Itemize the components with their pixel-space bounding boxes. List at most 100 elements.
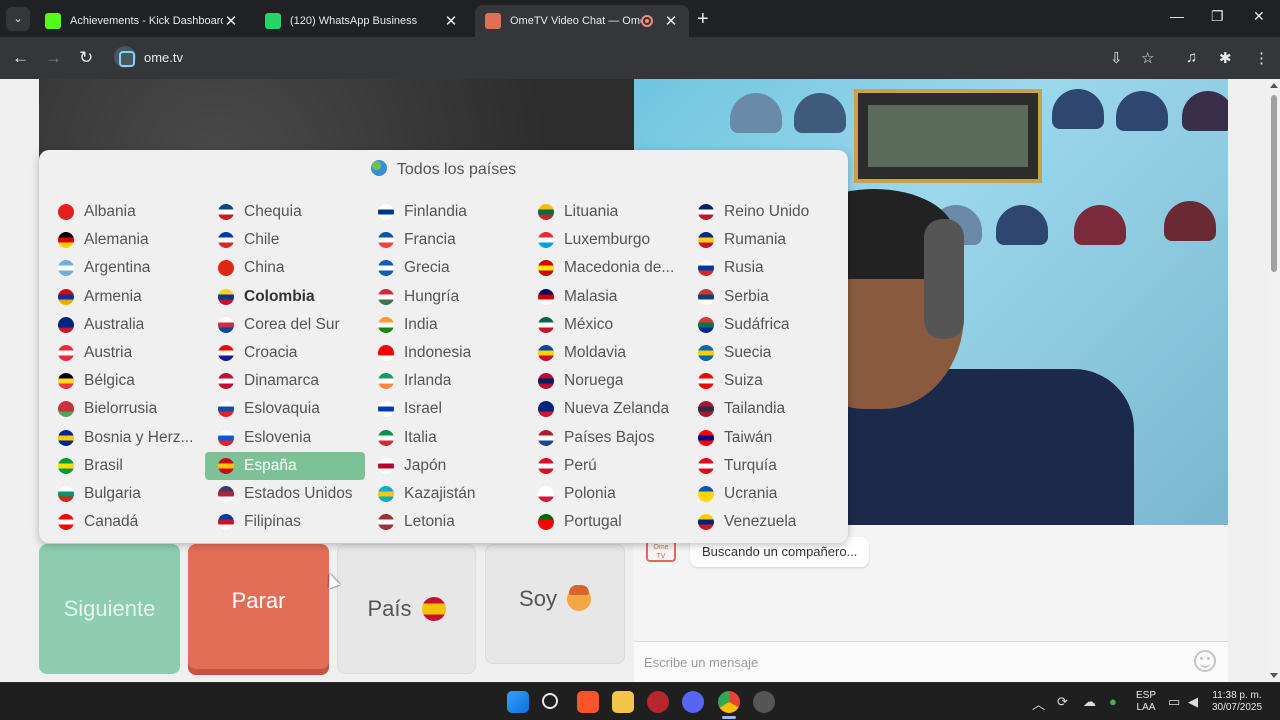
country-option[interactable]: Bélgica	[45, 367, 205, 395]
country-option[interactable]: Corea del Sur	[205, 311, 365, 339]
forward-button[interactable]: →	[45, 48, 62, 68]
scroll-down-arrow[interactable]	[1270, 673, 1278, 678]
country-option[interactable]: Argentina	[45, 254, 205, 282]
sync-icon[interactable]: ⟳	[1057, 694, 1068, 710]
country-option[interactable]: Venezuela	[685, 508, 845, 536]
country-option[interactable]: Moldavia	[525, 339, 685, 367]
country-option[interactable]: Italia	[365, 424, 525, 452]
menu-kebab-icon[interactable]: ⋮	[1254, 49, 1269, 67]
country-option[interactable]: Turquía	[685, 452, 845, 480]
maximize-button[interactable]: ❐	[1211, 8, 1224, 25]
back-button[interactable]: ←	[12, 48, 29, 68]
network-icon[interactable]: ▭	[1168, 694, 1180, 710]
scroll-thumb[interactable]	[1271, 95, 1277, 272]
reload-button[interactable]: ↻	[79, 48, 93, 68]
next-button[interactable]: Siguiente	[39, 544, 180, 674]
country-option[interactable]: Brasil	[45, 452, 205, 480]
country-option[interactable]: Taiwán	[685, 424, 845, 452]
all-countries-option[interactable]: Todos los países	[39, 160, 848, 179]
page-scrollbar[interactable]	[1268, 79, 1280, 682]
country-option[interactable]: Bielorrusia	[45, 395, 205, 423]
country-option[interactable]: Irlanda	[365, 367, 525, 395]
country-option[interactable]: Tailandia	[685, 395, 845, 423]
country-option[interactable]: China	[205, 254, 365, 282]
country-option[interactable]: Países Bajos	[525, 424, 685, 452]
country-option[interactable]: Malasia	[525, 283, 685, 311]
close-tab-icon[interactable]: ✕	[443, 12, 459, 30]
country-option[interactable]: Reino Unido	[685, 198, 845, 226]
country-option[interactable]: Croacia	[205, 339, 365, 367]
country-option[interactable]: Alemania	[45, 226, 205, 254]
media-player-icon[interactable]	[647, 691, 669, 713]
country-option[interactable]: México	[525, 311, 685, 339]
country-option[interactable]: Canadá	[45, 508, 205, 536]
country-option[interactable]: Suiza	[685, 367, 845, 395]
country-option[interactable]: Estados Unidos	[205, 480, 365, 508]
country-option[interactable]: Serbia	[685, 283, 845, 311]
country-option[interactable]: Luxemburgo	[525, 226, 685, 254]
message-input[interactable]	[644, 650, 1184, 674]
browser-tab[interactable]: (120) WhatsApp Business ✕	[255, 5, 469, 37]
country-option[interactable]: Australia	[45, 311, 205, 339]
install-app-icon[interactable]: ⇩	[1110, 49, 1123, 67]
country-option[interactable]: Filipinas	[205, 508, 365, 536]
country-option[interactable]: Grecia	[365, 254, 525, 282]
country-option[interactable]: Israel	[365, 395, 525, 423]
new-tab-button[interactable]: +	[697, 8, 709, 31]
country-button[interactable]: País	[337, 544, 476, 674]
country-option[interactable]: Armenia	[45, 283, 205, 311]
chrome-icon[interactable]	[718, 691, 740, 713]
close-tab-icon[interactable]: ✕	[223, 12, 239, 30]
country-option[interactable]: Japón	[365, 452, 525, 480]
extensions-icon[interactable]: ✱	[1219, 49, 1232, 67]
country-option[interactable]: Eslovaquia	[205, 395, 365, 423]
brave-browser-icon[interactable]	[577, 691, 599, 713]
country-option[interactable]: Portugal	[525, 508, 685, 536]
tab-search-button[interactable]: ⌄	[6, 7, 30, 31]
emoji-icon[interactable]	[1194, 650, 1216, 672]
country-option[interactable]: Chequia	[205, 198, 365, 226]
country-option[interactable]: Francia	[365, 226, 525, 254]
country-option[interactable]: Bosnia y Herz...	[45, 424, 205, 452]
country-option[interactable]: Eslovenia	[205, 424, 365, 452]
country-option[interactable]: Ucrania	[685, 480, 845, 508]
volume-icon[interactable]: ◀	[1188, 694, 1198, 710]
start-icon[interactable]	[507, 691, 529, 713]
clock[interactable]: 11:38 p. m. 30/07/2025	[1206, 690, 1268, 714]
country-option[interactable]: Rumania	[685, 226, 845, 254]
country-option[interactable]: India	[365, 311, 525, 339]
input-language[interactable]: ESP LAA	[1134, 690, 1158, 714]
country-option[interactable]: Chile	[205, 226, 365, 254]
search-icon[interactable]	[542, 693, 558, 709]
country-option[interactable]: Bulgaria	[45, 480, 205, 508]
country-option[interactable]: Albania	[45, 198, 205, 226]
country-option[interactable]: Colombia	[205, 283, 365, 311]
browser-tab[interactable]: Achievements - Kick Dashboard ✕	[35, 5, 249, 37]
country-option[interactable]: Nueva Zelanda	[525, 395, 685, 423]
country-option[interactable]: Kazajistán	[365, 480, 525, 508]
stop-button[interactable]: Parar	[188, 544, 329, 675]
microphone-icon[interactable]: ●	[1109, 694, 1117, 709]
country-option[interactable]: Macedonia de...	[525, 254, 685, 282]
bookmark-star-icon[interactable]: ☆	[1141, 49, 1154, 67]
country-option[interactable]: Rusia	[685, 254, 845, 282]
address-bar[interactable]: ome.tv	[110, 42, 1110, 74]
country-option[interactable]: Finlandia	[365, 198, 525, 226]
country-option[interactable]: Lituania	[525, 198, 685, 226]
discord-icon[interactable]	[682, 691, 704, 713]
media-controls-icon[interactable]: ♫	[1186, 49, 1197, 66]
country-option[interactable]: España	[205, 451, 365, 480]
country-option[interactable]: Polonia	[525, 480, 685, 508]
country-option[interactable]: Sudáfrica	[685, 311, 845, 339]
minimize-button[interactable]: —	[1170, 8, 1184, 24]
country-option[interactable]: Perú	[525, 452, 685, 480]
file-explorer-icon[interactable]	[612, 691, 634, 713]
scroll-up-arrow[interactable]	[1270, 83, 1278, 88]
cloud-offline-icon[interactable]: ☁	[1083, 694, 1096, 710]
show-hidden-icons[interactable]: ︿	[1032, 694, 1045, 713]
country-option[interactable]: Noruega	[525, 367, 685, 395]
country-option[interactable]: Dinamarca	[205, 367, 365, 395]
country-option[interactable]: Indonesia	[365, 339, 525, 367]
country-option[interactable]: Austria	[45, 339, 205, 367]
close-tab-icon[interactable]: ✕	[663, 12, 679, 30]
